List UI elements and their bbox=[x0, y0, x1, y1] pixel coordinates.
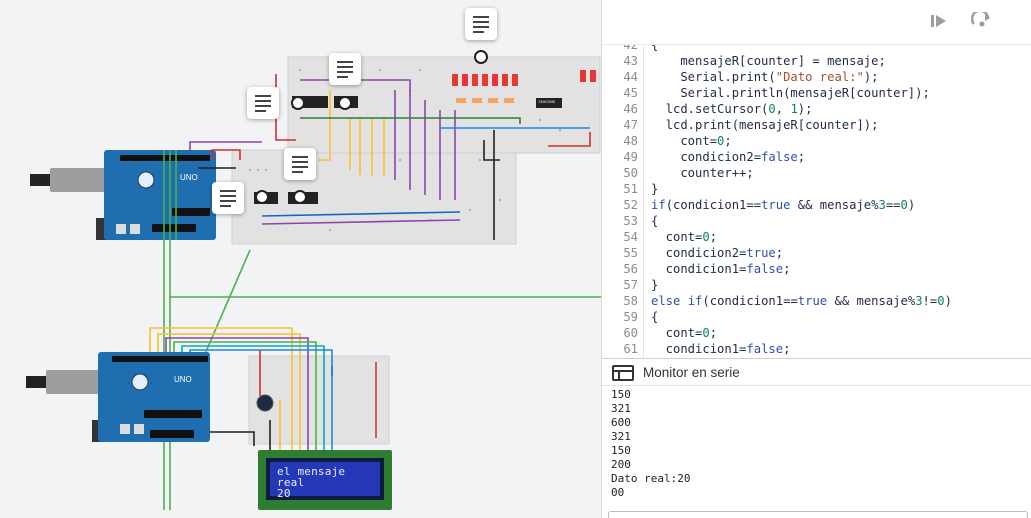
serial-input-field[interactable] bbox=[608, 511, 1028, 518]
code-line[interactable]: 52 if(condicion1==true && mensaje%3==0) bbox=[602, 197, 1031, 213]
circuit-canvas[interactable]: el mensaje real 20 UNO UNO 74HC595 bbox=[0, 0, 601, 518]
note-icon[interactable] bbox=[465, 8, 497, 40]
code-text: } bbox=[651, 182, 659, 196]
chip-label: 74HC595 bbox=[538, 99, 555, 104]
code-line[interactable]: 56 condicion1=false; bbox=[602, 261, 1031, 277]
code-text: Serial.print("Dato real:"); bbox=[651, 70, 879, 84]
code-text: mensajeR[counter] = mensaje; bbox=[651, 54, 886, 68]
code-text: condicion1=false; bbox=[651, 262, 791, 276]
code-line[interactable]: 61 condicion1=false; bbox=[602, 341, 1031, 357]
code-line[interactable]: 57} bbox=[602, 277, 1031, 293]
code-text: { bbox=[651, 310, 659, 324]
line-number: 47 bbox=[623, 118, 638, 132]
code-text: cont=0; bbox=[651, 134, 732, 148]
code-line[interactable]: 53 { bbox=[602, 213, 1031, 229]
line-number: 52 bbox=[623, 198, 638, 212]
serial-output-line: 150 bbox=[611, 388, 631, 401]
uno-label-bottom: UNO bbox=[174, 375, 192, 384]
code-line[interactable]: 49 condicion2=false; bbox=[602, 149, 1031, 165]
line-number: 59 bbox=[623, 310, 638, 324]
serial-output-line: Dato real:20 bbox=[611, 472, 691, 485]
code-text: counter++; bbox=[651, 166, 754, 180]
code-panel: 42{43 mensajeR[counter] = mensaje; 44 Ser… bbox=[601, 0, 1031, 518]
line-number: 42 bbox=[623, 44, 638, 52]
note-icon[interactable] bbox=[284, 148, 316, 180]
code-text: { bbox=[651, 44, 659, 52]
serial-monitor-title: Monitor en serie bbox=[643, 365, 740, 380]
line-number: 45 bbox=[623, 86, 638, 100]
code-text: cont=0; bbox=[651, 230, 718, 244]
serial-output-line: 321 bbox=[611, 430, 631, 443]
code-lines: 42{43 mensajeR[counter] = mensaje; 44 Ser… bbox=[602, 44, 1031, 357]
serial-output-line: 321 bbox=[611, 402, 631, 415]
code-line[interactable]: 43 mensajeR[counter] = mensaje; bbox=[602, 53, 1031, 69]
note-icon[interactable] bbox=[329, 53, 361, 85]
code-line[interactable]: 48 cont=0; bbox=[602, 133, 1031, 149]
uno-label-top: UNO bbox=[180, 173, 198, 182]
arduino-uno-bottom bbox=[26, 352, 210, 442]
line-number: 49 bbox=[623, 150, 638, 164]
reset-icon[interactable] bbox=[970, 10, 994, 32]
line-number: 56 bbox=[623, 262, 638, 276]
lcd-line-1: el mensaje real bbox=[277, 465, 346, 489]
code-toolbar bbox=[602, 0, 1031, 44]
line-number: 60 bbox=[623, 326, 638, 340]
serial-monitor-header[interactable]: Monitor en serie bbox=[602, 358, 1031, 386]
code-line[interactable]: 44 Serial.print("Dato real:"); bbox=[602, 69, 1031, 85]
code-text: } bbox=[651, 278, 659, 292]
line-number: 51 bbox=[623, 182, 638, 196]
potentiometer bbox=[256, 394, 274, 412]
code-text: else if(condicion1==true && mensaje%3!=0… bbox=[651, 294, 952, 308]
code-line[interactable]: 42 { bbox=[602, 44, 1031, 53]
code-line[interactable]: 51} bbox=[602, 181, 1031, 197]
lcd-display-text: el mensaje real 20 bbox=[277, 466, 377, 499]
code-text: condicion2=false; bbox=[651, 150, 806, 164]
line-number: 57 bbox=[623, 278, 638, 292]
note-icon[interactable] bbox=[212, 182, 244, 214]
arduino-uno-top bbox=[30, 150, 216, 240]
line-number: 55 bbox=[623, 246, 638, 260]
line-number: 50 bbox=[623, 166, 638, 180]
code-editor[interactable]: 42{43 mensajeR[counter] = mensaje; 44 Ser… bbox=[602, 44, 1031, 358]
code-line[interactable]: 55 condicion2=true; bbox=[602, 245, 1031, 261]
line-number: 54 bbox=[623, 230, 638, 244]
note-icon[interactable] bbox=[247, 87, 279, 119]
app-root: el mensaje real 20 UNO UNO 74HC595 42 {43… bbox=[0, 0, 1031, 518]
code-line[interactable]: 50 counter++; bbox=[602, 165, 1031, 181]
code-text: { bbox=[651, 214, 659, 228]
code-text: Serial.println(mensajeR[counter]); bbox=[651, 86, 930, 100]
serial-monitor-output: 150 321 600 321 150 200 Dato real:20 00 bbox=[611, 388, 1031, 500]
serial-output-line: 150 bbox=[611, 444, 631, 457]
code-text: lcd.print(mensajeR[counter]); bbox=[651, 118, 879, 132]
circuit-drawing bbox=[26, 50, 601, 510]
code-text: condicion2=true; bbox=[651, 246, 784, 260]
serial-monitor-icon bbox=[612, 365, 634, 381]
code-line[interactable]: 47 lcd.print(mensajeR[counter]); bbox=[602, 117, 1031, 133]
serial-output-line: 00 bbox=[611, 486, 625, 499]
lcd-line-2: 20 bbox=[277, 487, 291, 500]
code-text: condicion1=false; bbox=[651, 342, 791, 356]
line-number: 53 bbox=[623, 214, 638, 228]
line-number: 46 bbox=[623, 102, 638, 116]
line-number: 44 bbox=[623, 70, 638, 84]
code-line[interactable]: 46 lcd.setCursor(0, 1); bbox=[602, 101, 1031, 117]
code-text: lcd.setCursor(0, 1); bbox=[651, 102, 813, 116]
line-number: 58 bbox=[623, 294, 638, 308]
line-number: 48 bbox=[623, 134, 638, 148]
line-number: 43 bbox=[623, 54, 638, 68]
line-number: 61 bbox=[623, 342, 638, 356]
serial-output-line: 200 bbox=[611, 458, 631, 471]
code-line[interactable]: 45 Serial.println(mensajeR[counter]); bbox=[602, 85, 1031, 101]
code-line[interactable]: 54 cont=0; bbox=[602, 229, 1031, 245]
code-text: if(condicion1==true && mensaje%3==0) bbox=[651, 198, 916, 212]
code-line[interactable]: 58 else if(condicion1==true && mensaje%3!… bbox=[602, 293, 1031, 309]
code-line[interactable]: 59 { bbox=[602, 309, 1031, 325]
serial-output-line: 600 bbox=[611, 416, 631, 429]
code-line[interactable]: 60 cont=0; bbox=[602, 325, 1031, 341]
step-over-icon[interactable] bbox=[927, 10, 951, 32]
code-text: cont=0; bbox=[651, 326, 718, 340]
